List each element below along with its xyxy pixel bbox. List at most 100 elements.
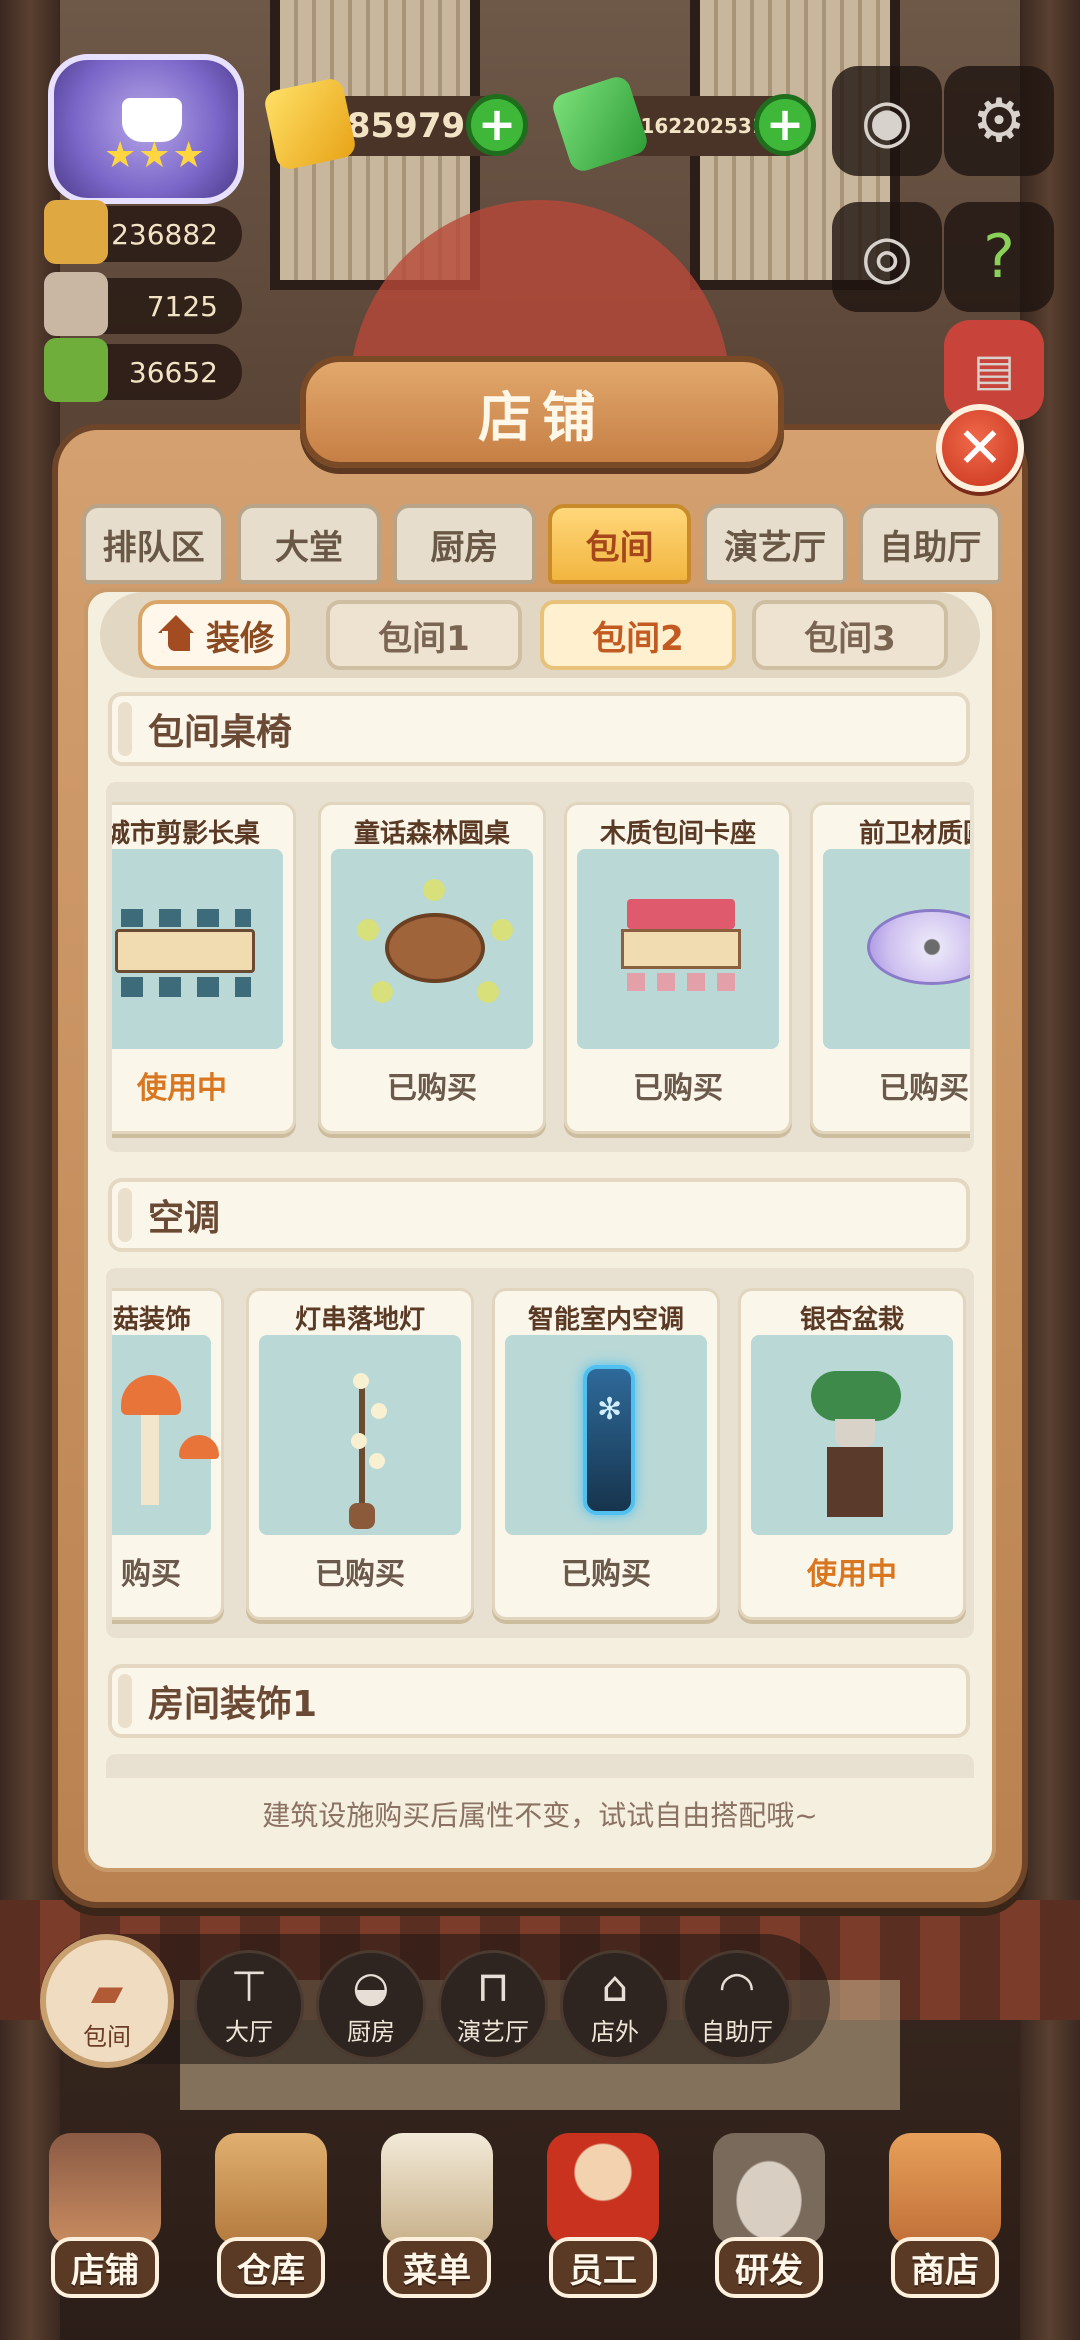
nav-label: 商店 [891,2237,999,2298]
subtab-room-2[interactable]: 包间2 [540,600,736,670]
close-button[interactable]: ✕ [936,404,1024,492]
guide-button[interactable]: ? [944,202,1054,312]
location-label: 包间 [83,2023,131,2051]
item-card[interactable]: 智能室内空调 ✻ 已购买 [492,1288,720,1620]
item-status: 已购买 [387,1071,477,1106]
item-status: 已购买 [633,1071,723,1106]
location-private-room[interactable]: ▰ 包间 [40,1934,174,2068]
nav-label: 店铺 [51,2237,159,2298]
tab-queue-area[interactable]: 排队区 [82,504,226,584]
nav-shop[interactable]: 店铺 [30,2128,180,2298]
sofa-icon: ▰ [90,1967,124,2016]
camera-button[interactable]: ◉ [832,66,942,176]
clipboard-icon [381,2133,493,2245]
tab-theater[interactable]: 演艺厅 [703,504,847,584]
item-name: 城市剪影长桌 [112,819,260,849]
item-name: 灯串落地灯 [294,1305,425,1335]
item-card[interactable]: 前卫材质圆 已购买 [810,802,970,1134]
item-name: 智能室内空调 [527,1305,684,1335]
shop-building-icon [49,2133,161,2245]
gear-icon: ⚙ [972,86,1026,156]
add-cash-button[interactable]: + [754,94,816,156]
location-kitchen[interactable]: ◒ 厨房 [316,1950,426,2060]
item-card[interactable]: 菇装饰 购买 [112,1288,224,1620]
section-header-tables: 包间桌椅 [108,692,970,766]
location-buffet[interactable]: ◠ 自助厅 [682,1950,792,2060]
section-header-room-decor: 房间装饰1 [108,1664,970,1738]
recipe-book-button[interactable]: ▤ [944,320,1044,420]
table-icon: ⊤ [230,1962,268,2011]
stat-counter-3: 36652 [44,338,242,402]
stat-value-2: 7125 [146,289,218,323]
item-name: 菇装饰 [112,1305,191,1335]
location-label: 店外 [591,2018,639,2046]
section-header-air-conditioning: 空调 [108,1178,970,1252]
item-status: 购买 [121,1557,181,1592]
tip-text: 建筑设施购买后属性不变，试试自由搭配哦~ [262,1799,818,1832]
item-card[interactable]: 银杏盆栽 使用中 [738,1288,966,1620]
stage-icon: ⊓ [476,1962,510,2011]
location-label: 厨房 [347,2018,395,2046]
item-card[interactable]: 灯串落地灯 已购买 [246,1288,474,1620]
stat-value-3: 36652 [128,355,218,389]
item-status: 已购买 [315,1557,405,1592]
tab-buffet[interactable]: 自助厅 [858,504,1002,584]
item-status: 已购买 [879,1071,969,1106]
recipe-book-icon: ▤ [973,344,1015,396]
location-label: 大厅 [225,2018,273,2046]
subtab-room-1[interactable]: 包间1 [326,600,522,670]
wooden-booth-image [577,849,779,1049]
mushroom-decor-image [112,1335,219,1535]
location-label: 自助厅 [701,2018,773,2046]
view-button[interactable]: ◎ [832,202,942,312]
add-gems-button[interactable]: + [466,94,528,156]
nav-store[interactable]: 商店 [870,2128,1020,2298]
panel-title: 店铺 [300,356,784,468]
gem-counter[interactable]: 85979 + [262,76,528,172]
forest-round-table-image [331,849,533,1049]
ac-item-row[interactable]: 菇装饰 购买 灯串落地灯 已购买 智能室内空调 ✻ 已购买 银杏盆栽 使用中 [112,1274,970,1632]
gem-value: 85979 [346,106,466,146]
cash-counter[interactable]: 1622025313 + [549,73,816,175]
eye-icon: ◎ [860,222,914,292]
settings-button[interactable]: ⚙ [944,66,1054,176]
item-card[interactable]: 木质包间卡座 已购买 [564,802,792,1134]
tables-item-row[interactable]: 城市剪影长桌 使用中 童话森林圆桌 已购买 木质包间卡座 已购买 前卫材质圆 [112,788,970,1146]
item-status: 使用中 [137,1071,227,1106]
book-question-icon: ? [983,222,1015,292]
location-theater[interactable]: ⊓ 演艺厅 [438,1950,548,2060]
renovate-label: 装修 [206,618,274,659]
item-name: 童话森林圆桌 [353,819,510,849]
nav-menu[interactable]: 菜单 [362,2128,512,2298]
nav-research[interactable]: 研发 [694,2128,844,2298]
item-card[interactable]: 童话森林圆桌 已购买 [318,802,546,1134]
item-name: 银杏盆栽 [799,1305,904,1335]
wok-icon: ◒ [352,1962,390,2011]
modern-round-table-image [823,849,970,1049]
rank-stars-icon: ★★★ [104,135,207,176]
nav-staff[interactable]: 员工 [528,2128,678,2298]
item-card[interactable]: 城市剪影长桌 使用中 [112,802,296,1134]
item-status: 已购买 [561,1557,651,1592]
location-hall[interactable]: ⊤ 大厅 [194,1950,304,2060]
location-label: 演艺厅 [457,2018,529,2046]
golden-pot-icon [44,200,108,264]
stat-value-1: 236882 [111,217,218,251]
section-room-decor-background [106,1754,974,1778]
tab-kitchen[interactable]: 厨房 [392,504,536,584]
location-outside[interactable]: ⌂ 店外 [560,1950,670,2060]
item-name: 木质包间卡座 [599,819,756,849]
boxes-icon [215,2133,327,2245]
tab-lobby[interactable]: 大堂 [237,504,381,584]
nav-warehouse[interactable]: 仓库 [196,2128,346,2298]
renovate-button[interactable]: 装修 [138,600,290,670]
subtab-room-3[interactable]: 包间3 [752,600,948,670]
tab-private-room[interactable]: 包间 [547,504,692,584]
camera-icon: ◉ [860,86,914,156]
nav-label: 研发 [715,2237,823,2298]
nav-label: 员工 [549,2237,657,2298]
stat-counter-2: 7125 [44,272,242,336]
item-status: 使用中 [807,1557,897,1592]
player-rank-badge[interactable]: ★★★ [48,54,244,204]
close-icon: ✕ [956,415,1004,481]
